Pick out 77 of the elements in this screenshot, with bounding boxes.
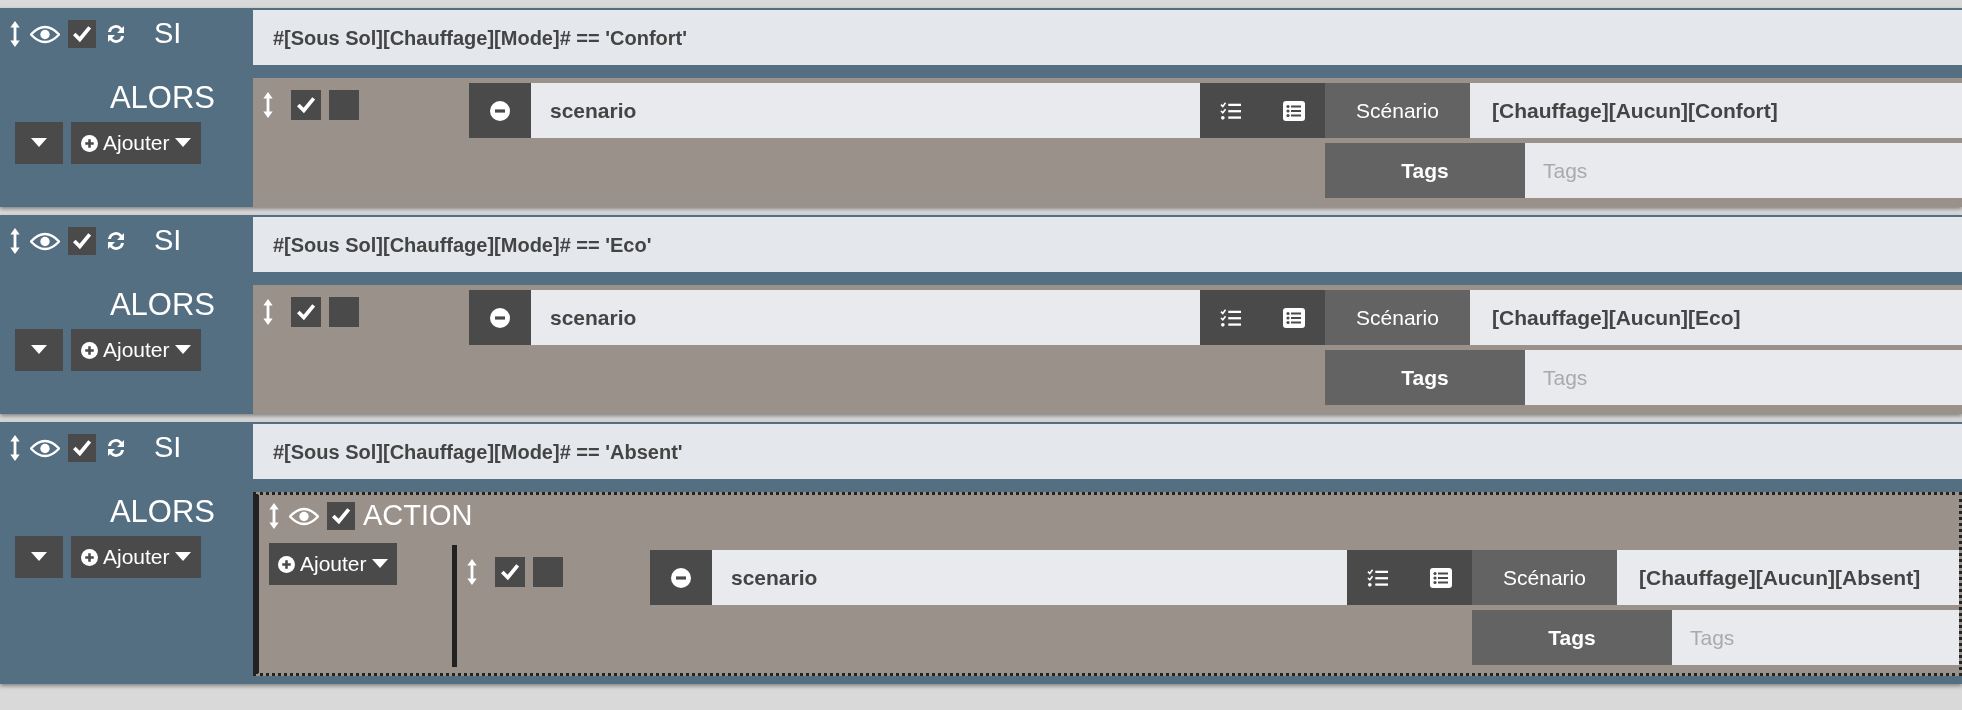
checkbox[interactable] bbox=[68, 434, 96, 462]
checkmark-icon bbox=[295, 94, 317, 116]
group-title: ACTION bbox=[363, 498, 473, 534]
eye-icon[interactable] bbox=[289, 506, 319, 526]
alors-label: ALORS bbox=[109, 82, 215, 114]
checkmark-icon bbox=[295, 301, 317, 323]
value-field[interactable]: [Chauffage][Aucun][Confort] bbox=[1470, 83, 1962, 138]
minus-icon bbox=[490, 307, 510, 328]
checkbox[interactable] bbox=[533, 557, 563, 587]
drag-handle-icon[interactable] bbox=[261, 90, 275, 120]
tags-field[interactable]: Tags bbox=[1525, 143, 1962, 198]
plus-icon bbox=[81, 341, 98, 359]
collapse-button[interactable] bbox=[15, 329, 63, 371]
checkbox[interactable] bbox=[68, 227, 96, 255]
checkmark-icon bbox=[499, 561, 521, 583]
field-label: Scénario bbox=[1325, 83, 1470, 138]
add-button[interactable]: Ajouter bbox=[269, 543, 397, 585]
alors-label: ALORS bbox=[109, 496, 215, 528]
checkbox[interactable] bbox=[291, 297, 321, 327]
value-field[interactable]: [Chauffage][Aucun][Absent] bbox=[1617, 550, 1959, 605]
caret-icon bbox=[31, 552, 47, 562]
plus-icon bbox=[278, 555, 295, 573]
remove-button[interactable] bbox=[469, 290, 531, 345]
tags-label: Tags bbox=[1325, 350, 1525, 405]
field-label: Scénario bbox=[1472, 550, 1617, 605]
condition-field[interactable]: #[Sous Sol][Chauffage][Mode]# == 'Absent' bbox=[253, 424, 1962, 479]
caret-icon bbox=[174, 552, 191, 562]
checkmark-icon bbox=[71, 23, 93, 45]
condition-field[interactable]: #[Sous Sol][Chauffage][Mode]# == 'Eco' bbox=[253, 217, 1962, 272]
drag-handle-icon[interactable] bbox=[261, 297, 275, 327]
drag-handle-icon[interactable] bbox=[8, 433, 22, 463]
field-label: Scénario bbox=[1325, 290, 1470, 345]
checkbox[interactable] bbox=[68, 20, 96, 48]
minus-icon bbox=[671, 567, 691, 588]
name-field[interactable]: scenario bbox=[531, 290, 1200, 345]
eye-icon[interactable] bbox=[30, 231, 60, 251]
caret-icon bbox=[31, 345, 47, 355]
drag-handle-icon[interactable] bbox=[465, 557, 479, 587]
caret-icon bbox=[31, 138, 47, 148]
tags-field[interactable]: Tags bbox=[1672, 610, 1959, 665]
checkbox[interactable] bbox=[329, 90, 359, 120]
value-field[interactable]: [Chauffage][Aucun][Eco] bbox=[1470, 290, 1962, 345]
checkmark-icon bbox=[330, 505, 352, 527]
si-label: SI bbox=[154, 16, 182, 52]
drag-handle-icon[interactable] bbox=[8, 226, 22, 256]
tags-field[interactable]: Tags bbox=[1525, 350, 1962, 405]
eye-icon[interactable] bbox=[30, 438, 60, 458]
checkmark-icon bbox=[71, 437, 93, 459]
remove-button[interactable] bbox=[650, 550, 712, 605]
alors-label: ALORS bbox=[109, 289, 215, 321]
checkbox[interactable] bbox=[327, 502, 355, 530]
collapse-button[interactable] bbox=[15, 122, 63, 164]
add-button[interactable]: Ajouter bbox=[71, 536, 201, 578]
si-label: SI bbox=[154, 430, 182, 466]
eye-icon[interactable] bbox=[30, 24, 60, 44]
plus-icon bbox=[81, 134, 98, 152]
checkbox[interactable] bbox=[495, 557, 525, 587]
add-button[interactable]: Ajouter bbox=[71, 122, 201, 164]
minus-icon bbox=[490, 100, 510, 121]
tags-label: Tags bbox=[1472, 610, 1672, 665]
caret-icon bbox=[174, 138, 191, 148]
caret-icon bbox=[174, 345, 191, 355]
si-label: SI bbox=[154, 223, 182, 259]
plus-icon bbox=[81, 548, 98, 566]
add-button[interactable]: Ajouter bbox=[71, 329, 201, 371]
remove-button[interactable] bbox=[469, 83, 531, 138]
checkbox[interactable] bbox=[291, 90, 321, 120]
collapse-button[interactable] bbox=[15, 536, 63, 578]
caret-icon bbox=[371, 559, 388, 569]
checkmark-icon bbox=[71, 230, 93, 252]
name-field[interactable]: scenario bbox=[712, 550, 1347, 605]
condition-field[interactable]: #[Sous Sol][Chauffage][Mode]# == 'Confort' bbox=[253, 10, 1962, 65]
drag-handle-icon[interactable] bbox=[8, 19, 22, 49]
checkbox[interactable] bbox=[329, 297, 359, 327]
drag-handle-icon[interactable] bbox=[267, 501, 281, 531]
name-field[interactable]: scenario bbox=[531, 83, 1200, 138]
tags-label: Tags bbox=[1325, 143, 1525, 198]
